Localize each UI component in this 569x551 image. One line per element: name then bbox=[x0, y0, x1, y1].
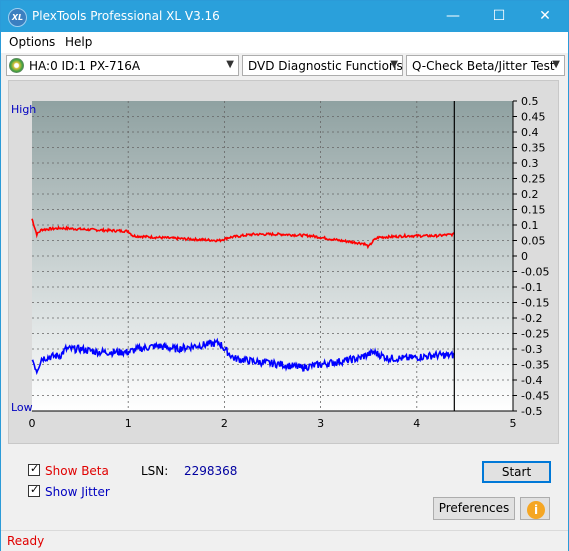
y-tick-label: -0.2 bbox=[521, 312, 542, 325]
test-select[interactable]: Q-Check Beta/Jitter Test ▼ bbox=[406, 55, 565, 76]
drive-select[interactable]: HA:0 ID:1 PX-716A ▼ bbox=[6, 55, 239, 76]
minimize-button[interactable]: — bbox=[430, 1, 476, 32]
menu-bar: Options Help bbox=[1, 32, 568, 53]
y-tick-label: -0.05 bbox=[521, 266, 549, 279]
y-tick-label: 0.2 bbox=[521, 188, 539, 201]
y-tick-label: -0.35 bbox=[521, 359, 549, 372]
x-tick-label: 3 bbox=[317, 417, 324, 430]
status-bar: Ready bbox=[1, 530, 568, 551]
y-tick-label: -0.3 bbox=[521, 343, 542, 356]
x-tick-label: 4 bbox=[413, 417, 420, 430]
x-tick-label: 5 bbox=[510, 417, 517, 430]
y-tick-label: -0.4 bbox=[521, 374, 542, 387]
checkmark-icon: ✓ bbox=[30, 483, 40, 496]
preferences-button[interactable]: Preferences bbox=[433, 497, 515, 520]
y-tick-label: 0.35 bbox=[521, 142, 546, 155]
start-button[interactable]: Start bbox=[482, 461, 551, 483]
y-tick-label: -0.15 bbox=[521, 297, 549, 310]
y-tick-label: 0 bbox=[521, 250, 528, 263]
low-label: Low bbox=[11, 401, 33, 414]
show-beta-checkbox[interactable]: ✓ bbox=[28, 462, 40, 476]
chart-panel: 0 1 2 3 4 5 0.5 0.45 0.4 0.35 0.3 0.25 0.2 0.15 0.1 0.0… bbox=[8, 80, 559, 444]
y-tick-label: -0.1 bbox=[521, 281, 542, 294]
chevron-down-icon: ▼ bbox=[390, 59, 398, 70]
y-tick-label: 0.4 bbox=[521, 126, 539, 139]
chevron-down-icon: ▼ bbox=[552, 59, 560, 70]
show-beta-label[interactable]: Show Beta bbox=[45, 464, 109, 478]
y-tick-label: 0.1 bbox=[521, 219, 539, 232]
info-icon: i bbox=[527, 501, 545, 519]
app-logo-icon: XL bbox=[8, 8, 27, 27]
info-button[interactable]: i bbox=[520, 497, 550, 520]
menu-options[interactable]: Options bbox=[9, 35, 55, 49]
y-tick-label: 0.25 bbox=[521, 173, 546, 186]
maximize-button[interactable]: ☐ bbox=[476, 1, 522, 32]
control-panel: ✓ Show Beta ✓ Show Jitter LSN: 2298368 S… bbox=[8, 452, 559, 527]
y-tick-label: 0.45 bbox=[521, 111, 546, 124]
y-tick-label: -0.45 bbox=[521, 390, 549, 403]
lsn-label: LSN: bbox=[141, 464, 169, 478]
beta-jitter-chart: 0 1 2 3 4 5 0.5 0.45 0.4 0.35 0.3 0.25 0.2 0.15 0.1 0.0… bbox=[11, 95, 549, 430]
y-tick-label: -0.25 bbox=[521, 328, 549, 341]
show-jitter-label[interactable]: Show Jitter bbox=[45, 485, 110, 499]
x-tick-label: 1 bbox=[125, 417, 132, 430]
lsn-value: 2298368 bbox=[184, 464, 238, 478]
window-title: PlexTools Professional XL V3.16 bbox=[32, 9, 220, 23]
high-label: High bbox=[11, 103, 36, 116]
test-select-value: Q-Check Beta/Jitter Test bbox=[412, 59, 555, 73]
show-jitter-checkbox[interactable]: ✓ bbox=[28, 483, 40, 497]
chevron-down-icon: ▼ bbox=[226, 59, 234, 70]
close-button[interactable]: ✕ bbox=[522, 1, 568, 32]
drive-select-value: HA:0 ID:1 PX-716A bbox=[29, 59, 141, 73]
app-window: XL PlexTools Professional XL V3.16 — ☐ ✕… bbox=[0, 0, 569, 551]
disc-drive-icon bbox=[9, 58, 24, 73]
title-bar[interactable]: XL PlexTools Professional XL V3.16 — ☐ ✕ bbox=[1, 1, 568, 32]
y-tick-label: 0.05 bbox=[521, 235, 546, 248]
y-tick-label: 0.15 bbox=[521, 204, 546, 217]
function-select-value: DVD Diagnostic Functions bbox=[248, 59, 403, 73]
y-tick-label: 0.5 bbox=[521, 95, 539, 108]
x-tick-label: 0 bbox=[29, 417, 36, 430]
y-tick-label: -0.5 bbox=[521, 405, 542, 418]
menu-help[interactable]: Help bbox=[65, 35, 92, 49]
status-text: Ready bbox=[7, 534, 45, 548]
function-select[interactable]: DVD Diagnostic Functions ▼ bbox=[242, 55, 403, 76]
checkmark-icon: ✓ bbox=[30, 462, 40, 475]
y-tick-label: 0.3 bbox=[521, 157, 539, 170]
x-tick-label: 2 bbox=[221, 417, 228, 430]
